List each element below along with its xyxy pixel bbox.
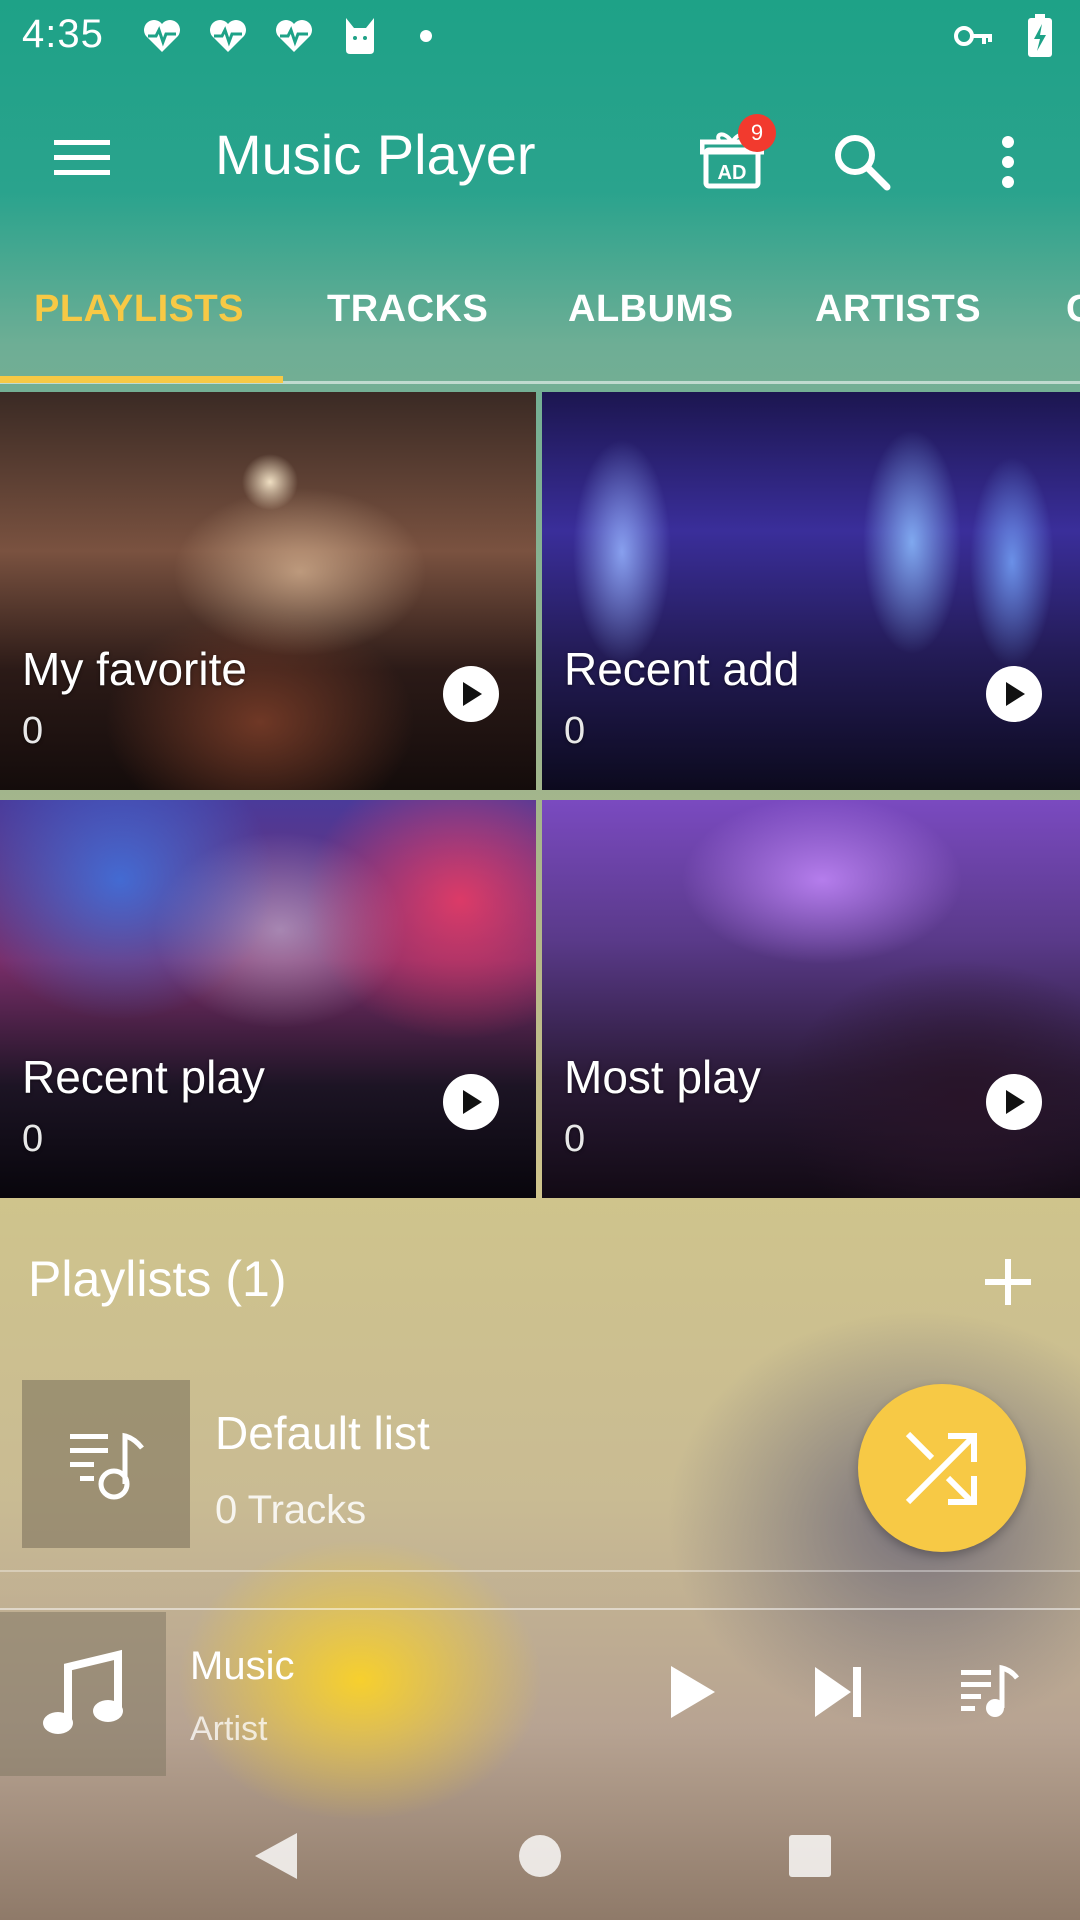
recents-square-icon — [789, 1835, 831, 1877]
card-count: 0 — [22, 710, 44, 752]
play-icon — [1006, 1090, 1025, 1114]
nav-recents-button[interactable] — [770, 1816, 850, 1896]
card-title: Recent play — [22, 1051, 265, 1103]
card-title: My favorite — [22, 643, 247, 695]
queue-button[interactable] — [948, 1650, 1032, 1734]
home-circle-icon — [519, 1835, 561, 1877]
card-my-favorite[interactable]: My favorite 0 — [0, 392, 536, 790]
card-title: Recent add — [564, 643, 800, 695]
tab-albums[interactable]: ALBUMS — [568, 288, 734, 331]
section-count: (1) — [225, 1251, 287, 1307]
playlist-music-icon — [70, 1432, 144, 1500]
battery-charging-icon — [1018, 14, 1062, 58]
tab-bar: PLAYLISTS TRACKS ALBUMS ARTISTS G — [0, 244, 1080, 384]
section-title: Playlists — [28, 1251, 212, 1307]
tab-more[interactable]: G — [1066, 288, 1080, 331]
hamburger-icon — [54, 140, 110, 175]
play-button[interactable] — [986, 1074, 1042, 1130]
tab-tracks[interactable]: TRACKS — [327, 288, 488, 331]
app-title: Music Player — [215, 123, 536, 186]
tab-playlists[interactable]: PLAYLISTS — [34, 288, 244, 331]
more-vert-icon — [1002, 136, 1014, 188]
card-most-play[interactable]: Most play 0 — [542, 800, 1080, 1198]
playlist-track-count: 0 Tracks — [215, 1488, 367, 1532]
system-icons — [952, 14, 1062, 58]
notification-badge: 9 — [738, 114, 776, 152]
next-button[interactable] — [796, 1650, 880, 1734]
mini-player[interactable]: Music Artist — [0, 1610, 1080, 1776]
search-icon — [835, 135, 891, 191]
playlist-thumbnail — [22, 1380, 190, 1548]
card-count: 0 — [564, 1118, 586, 1160]
app-screen: 4:35 Music Player AD 9 PLAYLISTS TRACKS … — [0, 0, 1080, 1920]
queue-music-icon — [961, 1664, 1019, 1717]
plus-icon — [985, 1259, 1031, 1305]
status-time: 4:35 — [22, 12, 104, 56]
card-recent-play[interactable]: Recent play 0 — [0, 800, 536, 1198]
play-icon — [463, 682, 482, 706]
cat-icon — [338, 14, 382, 58]
card-count: 0 — [564, 710, 586, 752]
tab-indicator — [0, 376, 283, 383]
play-icon — [671, 1666, 715, 1718]
more-options-button[interactable] — [968, 122, 1048, 202]
tab-artists[interactable]: ARTISTS — [815, 288, 981, 331]
play-button[interactable] — [650, 1650, 734, 1734]
card-title: Most play — [564, 1051, 761, 1103]
mini-player-title: Music — [190, 1644, 295, 1688]
app-bar: Music Player AD 9 — [0, 74, 1080, 244]
status-bar: 4:35 — [0, 0, 1080, 74]
mini-player-artwork — [0, 1612, 166, 1776]
row-divider — [0, 1570, 1080, 1572]
shuffle-all-button[interactable] — [858, 1384, 1026, 1552]
add-playlist-button[interactable] — [978, 1252, 1038, 1312]
playlist-name: Default list — [215, 1407, 430, 1459]
play-icon — [463, 1090, 482, 1114]
card-recent-add[interactable]: Recent add 0 — [542, 392, 1080, 790]
shuffle-icon — [905, 1431, 977, 1505]
play-button[interactable] — [986, 666, 1042, 722]
system-nav-bar — [0, 1790, 1080, 1920]
play-button[interactable] — [443, 666, 499, 722]
play-button[interactable] — [443, 1074, 499, 1130]
playlists-section-header: Playlists (1) — [28, 1250, 286, 1308]
nav-home-button[interactable] — [500, 1816, 580, 1896]
heart-pulse-icon — [272, 14, 316, 58]
heart-pulse-icon — [206, 14, 250, 58]
notification-icons — [140, 14, 448, 58]
heart-pulse-icon — [140, 14, 184, 58]
vpn-key-icon — [952, 14, 996, 58]
menu-button[interactable] — [42, 126, 122, 190]
music-note-icon — [43, 1649, 123, 1734]
nav-back-button[interactable] — [236, 1816, 316, 1896]
back-triangle-icon — [255, 1833, 297, 1879]
skip-next-icon — [815, 1667, 861, 1717]
ad-label: AD — [718, 162, 747, 184]
play-icon — [1006, 682, 1025, 706]
card-count: 0 — [22, 1118, 44, 1160]
mini-player-artist: Artist — [190, 1710, 268, 1748]
dot-icon — [404, 14, 448, 58]
search-button[interactable] — [820, 122, 904, 202]
